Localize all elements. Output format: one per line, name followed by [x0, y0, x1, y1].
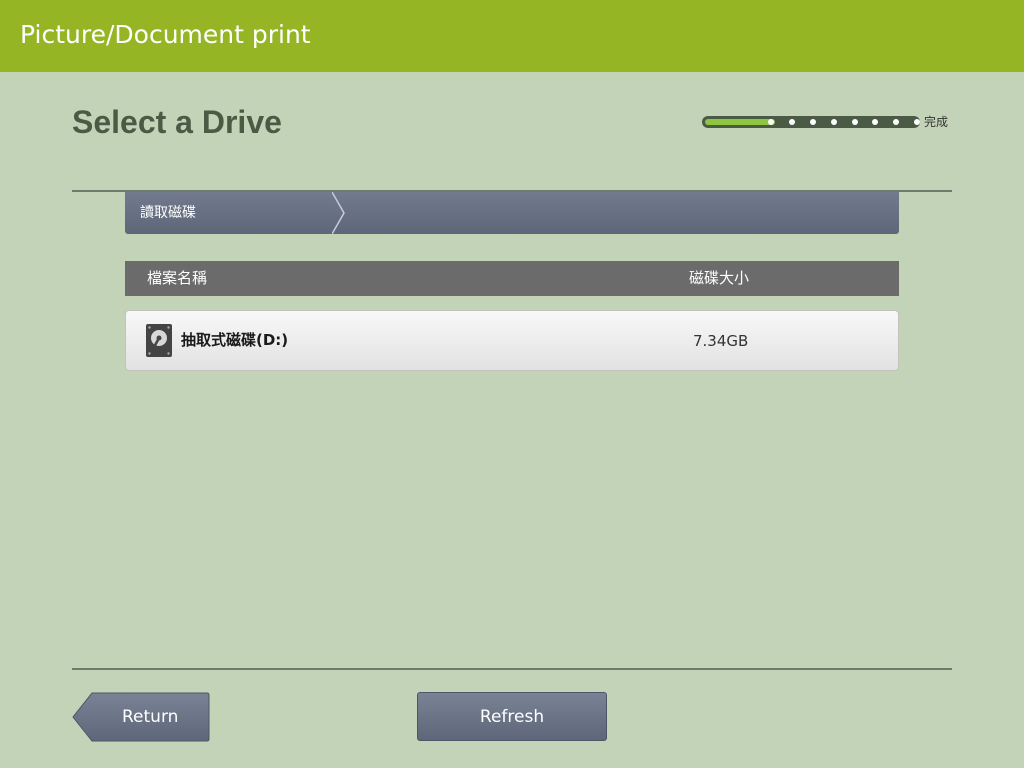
table-header: 檔案名稱 磁碟大小	[125, 261, 899, 296]
step-progress-bar	[702, 116, 920, 128]
progress-fill	[705, 119, 775, 125]
progress-step-dot	[914, 119, 920, 125]
page-title: Select a Drive	[72, 104, 282, 140]
breadcrumb: 讀取磁碟	[125, 192, 899, 234]
breadcrumb-label: 讀取磁碟	[140, 205, 196, 221]
progress-step-dot	[830, 119, 837, 125]
refresh-label: Refresh	[479, 707, 545, 727]
progress-end-label: 完成	[924, 115, 949, 129]
title-bar: Picture/Document print	[0, 0, 1024, 72]
drive-size: 7.34GB	[693, 332, 749, 350]
progress-step-dot	[851, 119, 858, 125]
breadcrumb-separator-icon	[332, 192, 345, 234]
refresh-button[interactable]: Refresh	[417, 692, 607, 741]
app-title: Picture/Document print	[20, 20, 311, 49]
hard-drive-icon	[146, 324, 172, 357]
bottom-divider	[72, 668, 952, 670]
column-header-size: 磁碟大小	[689, 269, 750, 287]
return-label: Return	[122, 707, 179, 727]
drive-list-item[interactable]: 抽取式磁碟(D:) 7.34GB	[125, 310, 899, 371]
column-header-name: 檔案名稱	[147, 269, 208, 287]
return-button[interactable]: Return	[72, 692, 210, 742]
progress-step-dot	[706, 119, 712, 125]
drive-name: 抽取式磁碟(D:)	[181, 331, 289, 349]
progress-step-dot	[810, 119, 816, 125]
